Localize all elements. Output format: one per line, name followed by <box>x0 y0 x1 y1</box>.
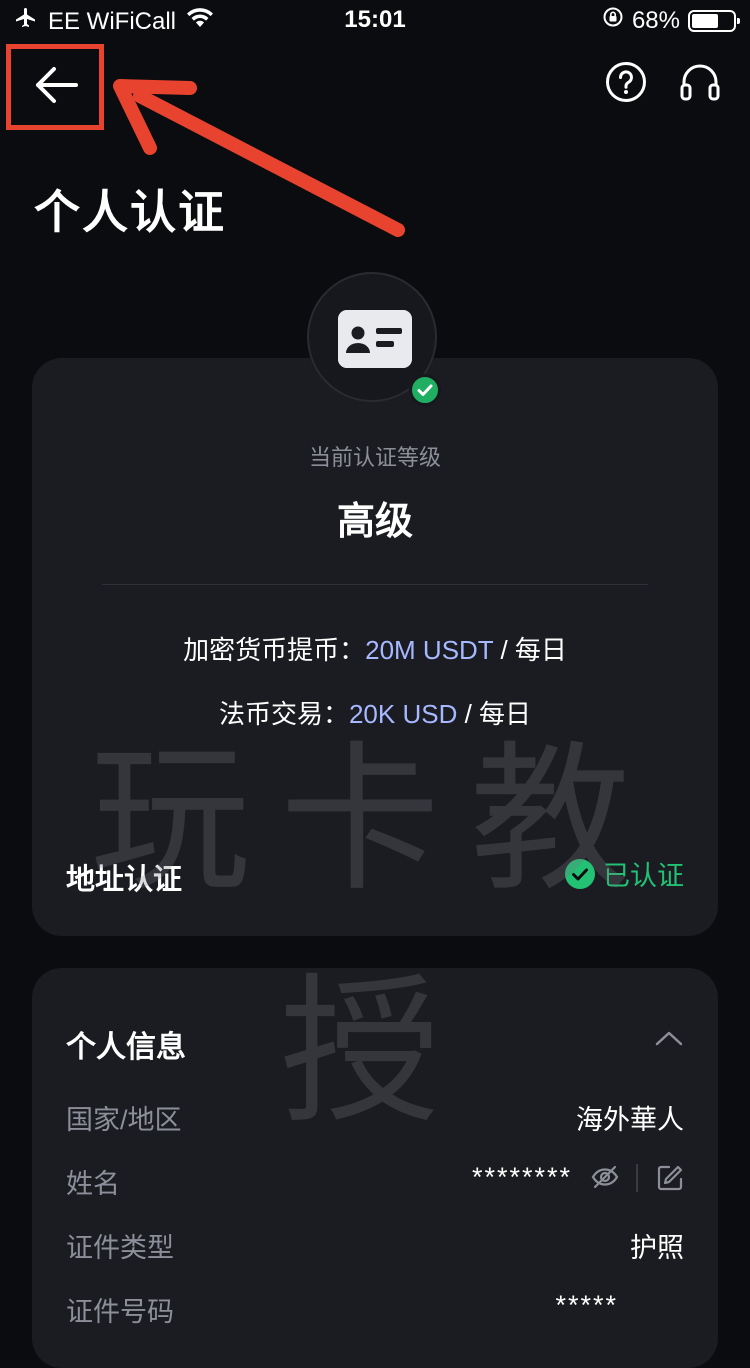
address-verification-label: 地址认证 <box>66 864 183 896</box>
id-number-value: ***** <box>555 1290 618 1320</box>
level-caption: 当前认证等级 <box>308 445 441 470</box>
name-value: ******** <box>471 1162 572 1192</box>
name-label: 姓名 <box>66 1169 120 1199</box>
crypto-withdraw-label: 加密货币提币： <box>183 635 366 665</box>
check-circle-icon <box>565 858 595 889</box>
divider <box>102 584 648 585</box>
headset-icon <box>680 64 720 101</box>
eye-off-icon[interactable] <box>590 1162 620 1192</box>
crypto-withdraw-limit: 加密货币提币：20M USDT / 每日 <box>32 630 718 667</box>
id-type-label: 证件类型 <box>66 1233 174 1263</box>
battery-icon <box>688 9 740 32</box>
address-status-label: 已认证 <box>603 861 684 891</box>
crypto-withdraw-period: / 每日 <box>493 635 567 665</box>
back-button[interactable] <box>30 62 82 108</box>
battery-percent: 68% <box>631 6 680 34</box>
crypto-withdraw-value: 20M USDT <box>365 635 494 665</box>
help-button[interactable] <box>604 60 648 104</box>
chevron-up-icon[interactable] <box>654 1028 684 1048</box>
rotation-lock-icon <box>602 6 624 35</box>
customer-support-button[interactable] <box>678 60 722 104</box>
id-type-value: 护照 <box>630 1233 684 1263</box>
id-card-icon <box>338 310 412 368</box>
address-verification-status: 已认证 <box>565 854 684 893</box>
divider <box>636 1164 638 1192</box>
verification-level: 高级 <box>336 501 413 543</box>
verification-badge <box>307 272 441 406</box>
question-circle-icon <box>606 62 646 102</box>
verified-check-icon <box>409 374 441 406</box>
country-value: 海外華人 <box>576 1105 684 1135</box>
country-label: 国家/地区 <box>66 1105 182 1135</box>
fiat-trade-value: 20K USD <box>348 699 458 729</box>
status-bar: EE WiFiCall 15:01 68% <box>0 0 750 40</box>
verification-card: 当前认证等级 高级 加密货币提币：20M USDT / 每日 法币交易：20K … <box>32 358 718 936</box>
fiat-trade-label: 法币交易： <box>218 699 349 729</box>
arrow-left-icon <box>36 67 78 103</box>
page-title: 个人认证 <box>34 186 226 238</box>
edit-icon[interactable] <box>656 1164 684 1192</box>
id-number-label: 证件号码 <box>66 1297 174 1327</box>
fiat-trade-limit: 法币交易：20K USD / 每日 <box>32 694 718 731</box>
personal-info-card: 个人信息 国家/地区 海外華人 姓名 ******** 证件类型 护照 证件号码… <box>32 968 718 1368</box>
fiat-trade-period: / 每日 <box>457 699 532 729</box>
personal-info-title: 个人信息 <box>66 1031 186 1064</box>
